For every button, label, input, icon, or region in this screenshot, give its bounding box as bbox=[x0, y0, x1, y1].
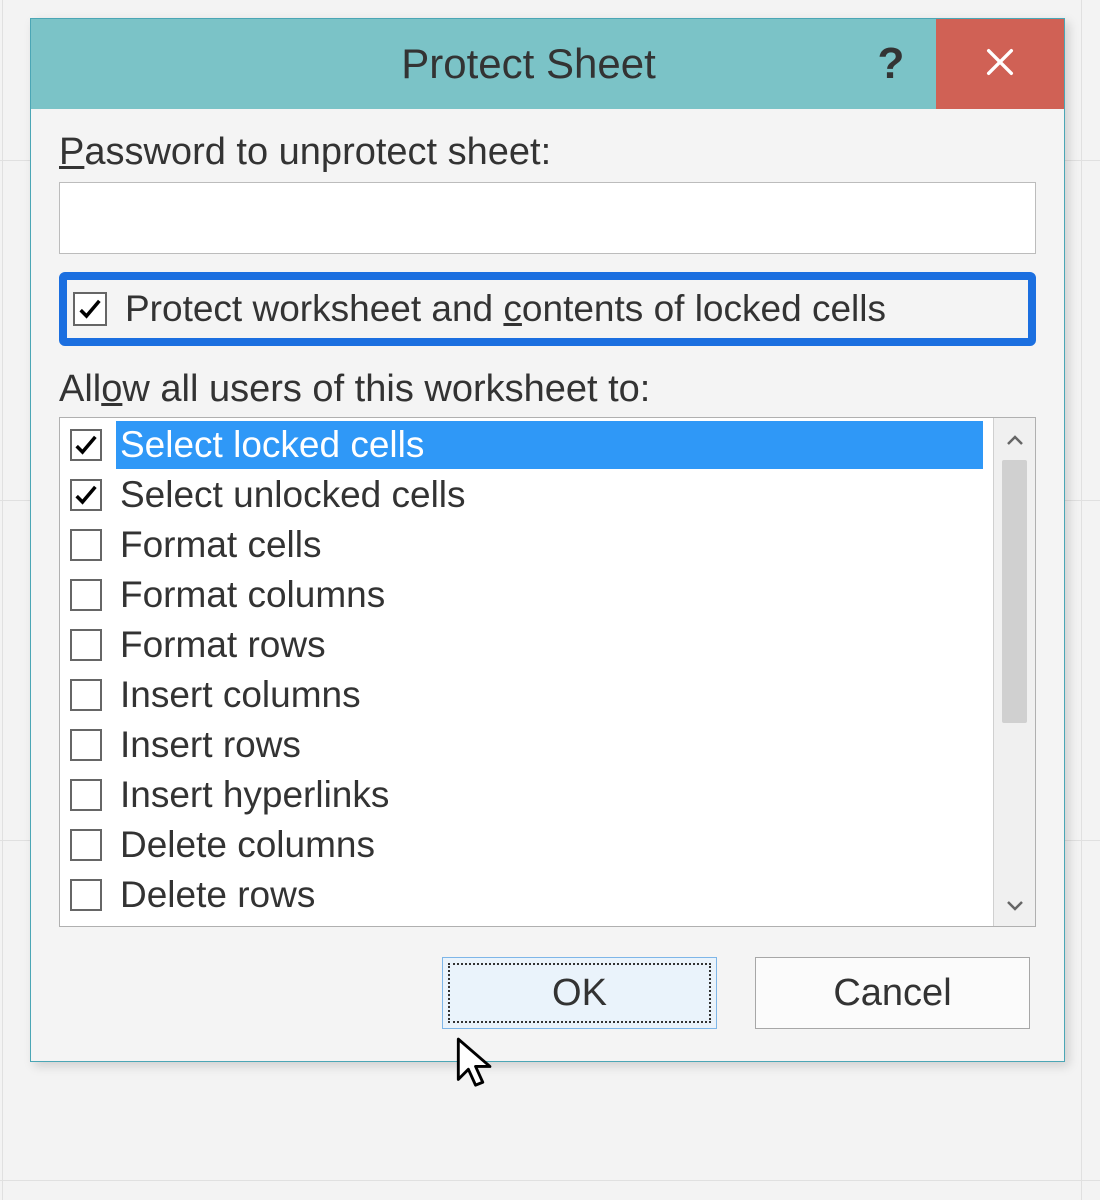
permission-item[interactable]: Format rows bbox=[66, 620, 993, 670]
permission-label: Insert rows bbox=[116, 721, 983, 769]
permission-label: Format columns bbox=[116, 571, 983, 619]
permission-item[interactable]: Insert columns bbox=[66, 670, 993, 720]
close-button[interactable] bbox=[936, 19, 1064, 109]
permission-checkbox[interactable] bbox=[70, 829, 102, 861]
permission-item[interactable]: Insert rows bbox=[66, 720, 993, 770]
ok-button[interactable]: OK bbox=[442, 957, 717, 1029]
cancel-button-label: Cancel bbox=[833, 972, 951, 1015]
check-icon bbox=[76, 295, 104, 323]
permission-label: Delete columns bbox=[116, 821, 983, 869]
chevron-down-icon bbox=[1006, 891, 1024, 919]
permission-checkbox[interactable] bbox=[70, 679, 102, 711]
allow-users-label: Allow all users of this worksheet to: bbox=[59, 368, 1036, 411]
scroll-down-button[interactable] bbox=[994, 884, 1035, 926]
permission-item[interactable]: Select unlocked cells bbox=[66, 470, 993, 520]
permission-checkbox[interactable] bbox=[70, 529, 102, 561]
permission-checkbox[interactable] bbox=[70, 629, 102, 661]
permission-item[interactable]: Format cells bbox=[66, 520, 993, 570]
protect-checkbox[interactable] bbox=[73, 292, 107, 326]
permission-label: Select locked cells bbox=[116, 421, 983, 469]
titlebar[interactable]: Protect Sheet ? bbox=[31, 19, 1064, 109]
check-icon bbox=[72, 431, 100, 459]
permission-item[interactable]: Delete rows bbox=[66, 870, 993, 920]
close-icon bbox=[983, 45, 1017, 84]
permission-checkbox[interactable] bbox=[70, 579, 102, 611]
highlighted-protect-option: Protect worksheet and contents of locked… bbox=[59, 272, 1036, 346]
permissions-listbox[interactable]: Select locked cellsSelect unlocked cells… bbox=[59, 417, 1036, 927]
protect-checkbox-label: Protect worksheet and contents of locked… bbox=[125, 288, 886, 330]
scroll-up-button[interactable] bbox=[994, 418, 1035, 460]
permission-checkbox[interactable] bbox=[70, 429, 102, 461]
permission-checkbox[interactable] bbox=[70, 729, 102, 761]
scroll-track[interactable] bbox=[994, 460, 1035, 884]
help-icon: ? bbox=[878, 39, 905, 89]
permission-checkbox[interactable] bbox=[70, 479, 102, 511]
permission-item[interactable]: Insert hyperlinks bbox=[66, 770, 993, 820]
permission-checkbox[interactable] bbox=[70, 879, 102, 911]
spreadsheet-backdrop: Protect Sheet ? Password to unprotect sh… bbox=[0, 0, 1100, 1200]
protect-sheet-dialog: Protect Sheet ? Password to unprotect sh… bbox=[30, 18, 1065, 1062]
permission-item[interactable]: Format columns bbox=[66, 570, 993, 620]
permission-label: Delete rows bbox=[116, 871, 983, 919]
permission-label: Select unlocked cells bbox=[116, 471, 983, 519]
cancel-button[interactable]: Cancel bbox=[755, 957, 1030, 1029]
permission-checkbox[interactable] bbox=[70, 779, 102, 811]
dialog-button-row: OK Cancel bbox=[59, 957, 1036, 1029]
permission-item[interactable]: Delete columns bbox=[66, 820, 993, 870]
chevron-up-icon bbox=[1006, 425, 1024, 453]
permission-label: Format cells bbox=[116, 521, 983, 569]
permission-label: Insert hyperlinks bbox=[116, 771, 983, 819]
ok-button-label: OK bbox=[552, 972, 607, 1015]
permission-label: Insert columns bbox=[116, 671, 983, 719]
scrollbar[interactable] bbox=[993, 418, 1035, 926]
permissions-list-content: Select locked cellsSelect unlocked cells… bbox=[60, 418, 993, 926]
dialog-body: Password to unprotect sheet: Protect wor… bbox=[31, 109, 1064, 1061]
dialog-title: Protect Sheet bbox=[31, 40, 846, 88]
scroll-thumb[interactable] bbox=[1002, 460, 1027, 723]
permission-label: Format rows bbox=[116, 621, 983, 669]
check-icon bbox=[72, 481, 100, 509]
password-input[interactable] bbox=[59, 182, 1036, 254]
permission-item[interactable]: Select locked cells bbox=[66, 420, 993, 470]
password-label: Password to unprotect sheet: bbox=[59, 131, 1036, 174]
help-button[interactable]: ? bbox=[846, 19, 936, 109]
